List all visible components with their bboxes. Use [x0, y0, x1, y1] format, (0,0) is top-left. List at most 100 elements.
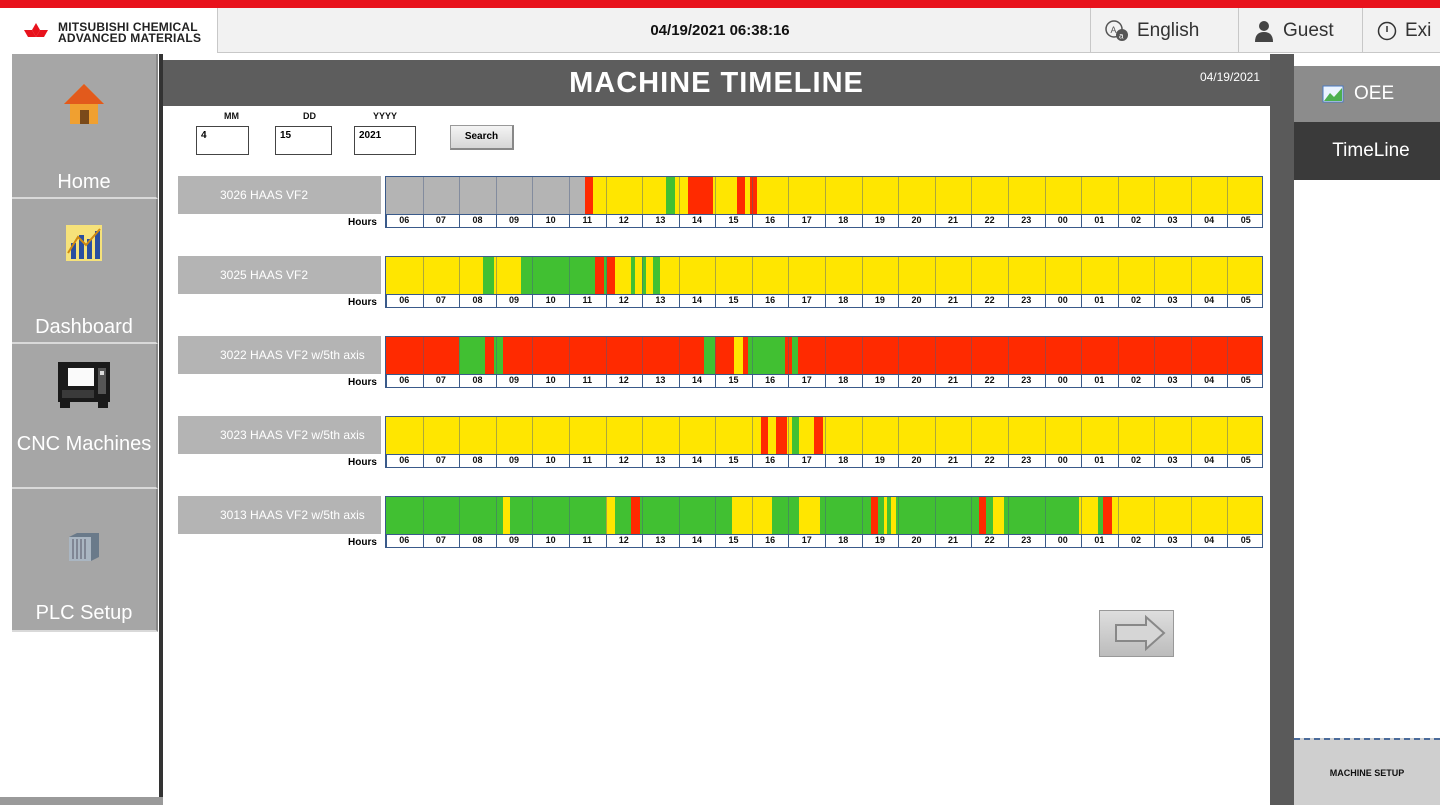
sidebar-item-home[interactable]: Home	[12, 54, 158, 199]
timeline-segment-idle	[1112, 497, 1262, 534]
hour-tick-label: 13	[655, 535, 666, 545]
machine-timeline-bar	[385, 176, 1263, 215]
language-icon: Aa	[1105, 19, 1129, 42]
hour-tick-mark	[1117, 455, 1119, 468]
timeline-segment-idle	[993, 497, 1005, 534]
search-button[interactable]: Search	[450, 125, 514, 150]
month-label: MM	[224, 111, 239, 121]
hour-tick-mark	[495, 375, 497, 388]
hour-gridline	[971, 337, 973, 374]
hour-tick-mark	[715, 535, 717, 548]
hour-tick-label: 09	[509, 215, 520, 225]
hour-gridline	[715, 177, 717, 214]
hour-gridline	[788, 257, 790, 294]
hour-tick-mark	[934, 535, 936, 548]
hour-tick-mark	[971, 455, 973, 468]
hour-gridline	[898, 177, 900, 214]
hour-gridline	[825, 497, 826, 534]
hour-gridline	[971, 497, 973, 534]
hour-tick-label: 20	[911, 535, 922, 545]
hour-gridline	[788, 337, 790, 374]
hour-tick-mark	[459, 375, 461, 388]
machine-label: 3013 HAAS VF2 w/5th axis	[178, 496, 381, 534]
hour-tick-mark	[532, 375, 534, 388]
sidebar-item-label: PLC Setup	[35, 602, 133, 624]
month-input[interactable]: 4	[196, 126, 249, 155]
hour-tick-mark	[898, 295, 900, 308]
machine-label: 3023 HAAS VF2 w/5th axis	[178, 416, 381, 454]
timeline-segment-down	[760, 417, 769, 454]
hour-tick-mark	[825, 455, 826, 468]
sidebar-item-label: Home	[57, 171, 111, 193]
hour-tick-label: 15	[728, 295, 739, 305]
hour-tick-label: 10	[545, 295, 556, 305]
day-input[interactable]: 15	[275, 126, 332, 155]
hour-tick-label: 02	[1130, 215, 1141, 225]
sidebar-item-cnc-machines[interactable]: CNC Machines	[12, 344, 158, 489]
hour-tick-label: 14	[691, 455, 702, 465]
hour-tick-mark	[678, 215, 680, 228]
hour-tick-mark	[386, 215, 387, 228]
sidebar-item-dashboard[interactable]: Dashboard	[12, 199, 158, 344]
hour-tick-label: 13	[655, 455, 666, 465]
hour-gridline	[642, 257, 644, 294]
language-selector[interactable]: Aa English	[1090, 8, 1238, 53]
hour-tick-label: 05	[1240, 535, 1251, 545]
timeline-segment-running	[459, 337, 485, 374]
timeline-segment-idle	[890, 497, 897, 534]
timeline-segment-running	[665, 177, 675, 214]
hour-tick-mark	[971, 295, 973, 308]
hour-gridline	[1007, 417, 1009, 454]
hour-tick-mark	[1117, 375, 1119, 388]
hour-gridline	[422, 257, 424, 294]
hour-gridline	[1227, 177, 1229, 214]
hour-gridline	[898, 257, 900, 294]
hour-gridline	[861, 337, 863, 374]
hour-tick-mark	[1227, 455, 1229, 468]
user-menu[interactable]: Guest	[1238, 8, 1362, 53]
exit-button[interactable]: Exi	[1362, 8, 1440, 53]
hour-tick-label: 21	[948, 535, 959, 545]
hour-tick-mark	[386, 455, 387, 468]
hour-tick-label: 20	[911, 295, 922, 305]
timeline-segment-down	[814, 417, 824, 454]
hour-tick-mark	[715, 295, 717, 308]
sidebar-item-plc-setup[interactable]: PLC Setup	[12, 489, 158, 632]
hour-gridline	[934, 337, 936, 374]
timeline-button[interactable]: TimeLine	[1294, 122, 1440, 180]
hour-tick-label: 09	[509, 455, 520, 465]
hour-gridline	[825, 417, 826, 454]
hour-tick-label: 17	[801, 535, 812, 545]
hour-tick-label: 12	[618, 455, 629, 465]
next-page-button[interactable]	[1099, 610, 1174, 657]
hour-tick-label: 14	[691, 535, 702, 545]
hour-tick-mark	[715, 455, 717, 468]
year-input[interactable]: 2021	[354, 126, 416, 155]
sidebar-item-label: Dashboard	[35, 316, 133, 338]
hour-tick-label: 17	[801, 215, 812, 225]
hour-tick-mark	[568, 295, 570, 308]
hour-gridline	[751, 417, 753, 454]
hour-tick-label: 03	[1167, 375, 1178, 385]
hour-tick-mark	[642, 215, 644, 228]
oee-button[interactable]: OEE	[1294, 66, 1440, 122]
hour-tick-label: 08	[472, 455, 483, 465]
machine-setup-button[interactable]: MACHINE SETUP	[1294, 738, 1440, 805]
hour-tick-mark	[934, 375, 936, 388]
hour-tick-mark	[1007, 295, 1009, 308]
hour-gridline	[1190, 337, 1192, 374]
hour-tick-label: 23	[1021, 375, 1032, 385]
hour-tick-label: 16	[765, 375, 776, 385]
timeline-segment-down	[585, 177, 593, 214]
chart-icon	[66, 225, 102, 261]
hour-tick-mark	[861, 455, 863, 468]
hour-gridline	[1227, 257, 1229, 294]
hour-tick-label: 18	[838, 535, 849, 545]
hour-tick-mark	[1007, 215, 1009, 228]
hour-gridline	[898, 417, 900, 454]
timeline-segment-running	[653, 257, 661, 294]
hour-tick-label: 21	[948, 295, 959, 305]
hour-tick-mark	[934, 215, 936, 228]
hour-tick-mark	[495, 295, 497, 308]
hour-gridline	[495, 497, 497, 534]
